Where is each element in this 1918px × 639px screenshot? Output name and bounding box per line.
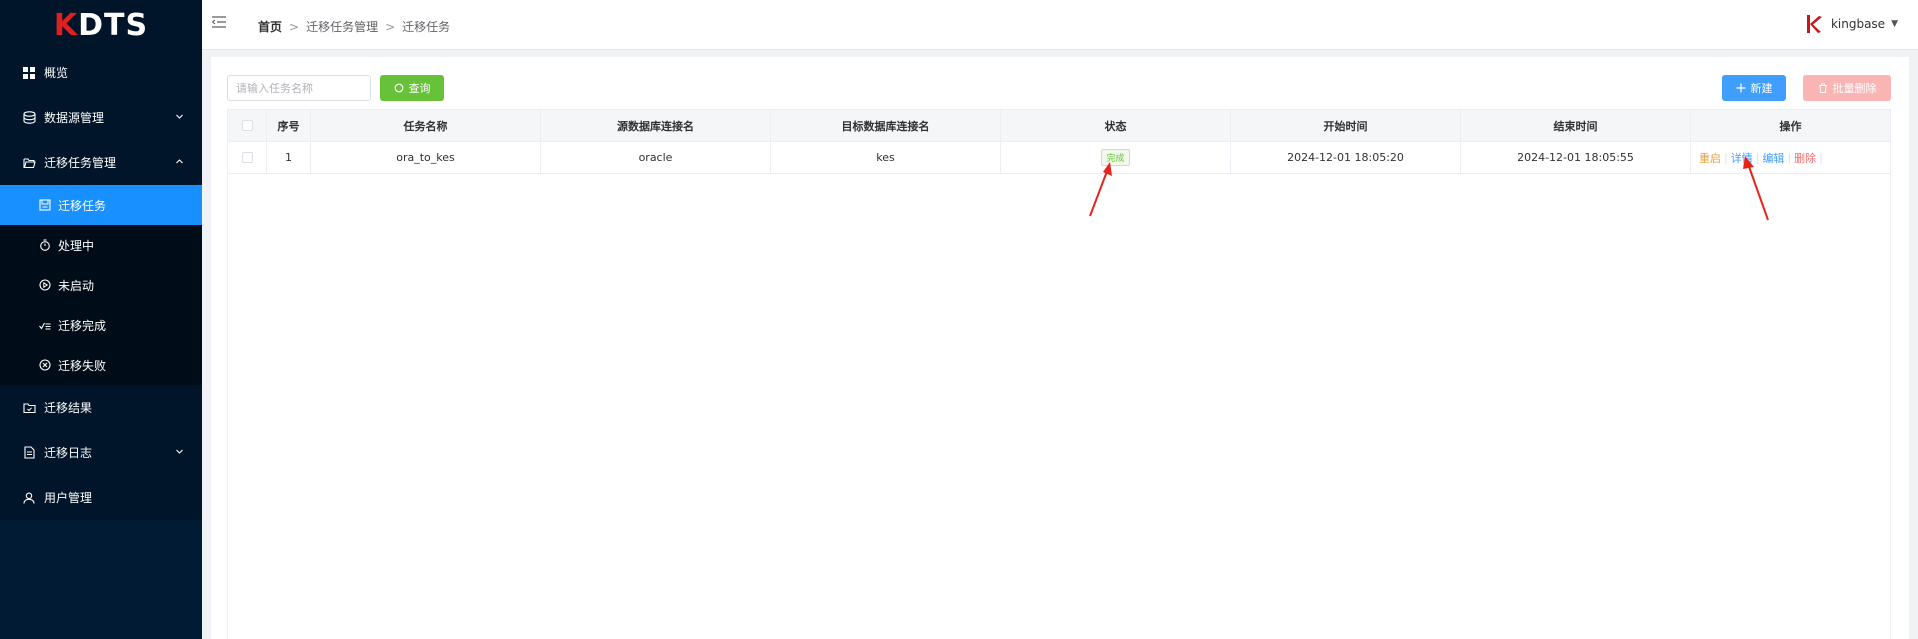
header-status: 状态	[1001, 110, 1231, 141]
breadcrumb-current: 迁移任务	[402, 20, 451, 34]
action-divider: |	[1724, 151, 1728, 164]
sidebar-subitem-label: 迁移任务	[58, 198, 107, 213]
sidebar-item-label: 数据源管理	[44, 111, 105, 125]
breadcrumb-home[interactable]: 首页	[258, 18, 282, 35]
logo-text: KDTS	[53, 7, 149, 43]
play-circle-icon	[38, 278, 52, 292]
chevron-up-icon	[175, 155, 184, 169]
sidebar-subitem-label: 处理中	[58, 238, 95, 253]
close-circle-icon	[38, 358, 52, 372]
select-all-checkbox[interactable]	[241, 120, 253, 131]
sidebar-subitem-processing[interactable]: 处理中	[0, 225, 202, 265]
row-select-cell	[228, 142, 267, 173]
plus-icon	[1736, 83, 1746, 93]
list-check-icon	[38, 318, 52, 332]
sidebar-item-migration-result[interactable]: 迁移结果	[0, 385, 202, 430]
header-index: 序号	[267, 110, 311, 141]
sidebar-item-label: 用户管理	[44, 491, 93, 505]
caret-down-icon: ▼	[1891, 19, 1898, 29]
query-button-label: 查询	[408, 82, 431, 95]
main-content: 查询 新建 批量删除 序号 任务名称 源数据库连接名 目标数据库连接名 状态 开…	[211, 57, 1909, 639]
row-end-time: 2024-12-01 18:05:55	[1461, 142, 1691, 173]
grid-icon	[22, 66, 36, 80]
refresh-icon	[394, 83, 404, 93]
status-badge: 完成	[1101, 149, 1130, 166]
sidebar-item-label: 概览	[44, 66, 69, 80]
row-source-conn: oracle	[541, 142, 771, 173]
new-task-button[interactable]: 新建	[1722, 75, 1786, 101]
action-divider: |	[1755, 151, 1760, 164]
sidebar-menu-lower: 迁移结果 迁移日志 用户管理	[0, 385, 202, 520]
row-index: 1	[267, 142, 311, 173]
sidebar-subitem-failed[interactable]: 迁移失败	[0, 345, 202, 385]
sidebar-item-overview[interactable]: 概览	[0, 50, 202, 95]
save-icon	[38, 198, 52, 212]
trash-icon	[1818, 83, 1828, 93]
sidebar-subitem-completed[interactable]: 迁移完成	[0, 305, 202, 345]
header-source-conn: 源数据库连接名	[541, 110, 771, 141]
sidebar-subitem-label: 迁移失败	[58, 358, 107, 373]
folder-check-icon	[22, 401, 36, 415]
row-task-name: ora_to_kes	[311, 142, 541, 173]
action-divider: |	[1787, 151, 1792, 164]
sidebar: KDTS 概览 数据源管理 迁移任务管理 迁移任务 处理中 未启动 迁移完成 迁…	[0, 0, 202, 639]
sidebar-item-label: 迁移任务管理	[44, 156, 117, 170]
database-icon	[22, 111, 36, 125]
menu-fold-icon[interactable]	[211, 16, 226, 31]
sidebar-item-datasource[interactable]: 数据源管理	[0, 95, 202, 140]
restart-link[interactable]: 重启	[1699, 150, 1721, 166]
chevron-down-icon	[175, 445, 184, 459]
sidebar-subitem-label: 未启动	[58, 278, 95, 293]
header-actions: 操作	[1779, 119, 1802, 133]
chevron-down-icon	[175, 110, 184, 124]
sidebar-subitem-not-started[interactable]: 未启动	[0, 265, 202, 305]
header-target-conn: 目标数据库连接名	[771, 110, 1001, 141]
table-header-row: 序号 任务名称 源数据库连接名 目标数据库连接名 状态 开始时间 结束时间 操作	[228, 110, 1890, 142]
row-checkbox[interactable]	[241, 152, 253, 163]
sidebar-item-user-mgmt[interactable]: 用户管理	[0, 475, 202, 520]
kingbase-logo-icon	[1803, 14, 1823, 34]
row-start-time: 2024-12-01 18:05:20	[1231, 142, 1461, 173]
edit-link[interactable]: 编辑	[1762, 150, 1784, 166]
user-menu[interactable]: kingbase ▼	[1803, 14, 1898, 34]
delete-link[interactable]: 删除	[1794, 150, 1816, 166]
sidebar-item-migration-log[interactable]: 迁移日志	[0, 430, 202, 475]
task-name-search-input[interactable]	[227, 75, 371, 101]
sidebar-item-label: 迁移结果	[44, 401, 93, 415]
app-logo: KDTS	[0, 0, 202, 50]
breadcrumb-separator-icon: >	[385, 19, 396, 34]
sidebar-subitem-migration-task[interactable]: 迁移任务	[0, 185, 202, 225]
header-task-name: 任务名称	[311, 110, 541, 141]
query-button[interactable]: 查询	[380, 75, 444, 101]
sidebar-menu: 概览 数据源管理 迁移任务管理	[0, 50, 202, 185]
select-all-cell	[228, 110, 267, 141]
batch-delete-button[interactable]: 批量删除	[1803, 75, 1891, 101]
folder-open-icon	[22, 156, 36, 170]
sidebar-item-migration-task-mgmt[interactable]: 迁移任务管理	[0, 140, 202, 185]
document-icon	[22, 446, 36, 460]
header-end-time: 结束时间	[1461, 110, 1691, 141]
breadcrumb: 首页 > 迁移任务管理 > 迁移任务	[258, 18, 450, 35]
stopwatch-icon	[38, 238, 52, 252]
new-button-label: 新建	[1750, 82, 1773, 95]
username: kingbase	[1830, 17, 1886, 31]
row-status-cell: 完成	[1001, 142, 1231, 173]
top-header: 首页 > 迁移任务管理 > 迁移任务 kingbase ▼	[202, 0, 1918, 50]
action-divider: |	[1819, 151, 1823, 164]
detail-link[interactable]: 详情	[1731, 150, 1753, 166]
breadcrumb-separator-icon: >	[289, 19, 300, 34]
user-icon	[22, 491, 36, 505]
sidebar-submenu: 迁移任务 处理中 未启动 迁移完成 迁移失败	[0, 185, 202, 385]
breadcrumb-task-mgmt[interactable]: 迁移任务管理	[306, 18, 378, 35]
sidebar-subitem-label: 迁移完成	[58, 318, 107, 333]
sidebar-item-label: 迁移日志	[44, 446, 93, 460]
row-actions: 重启 | 详情 | 编辑 | 删除 |	[1691, 142, 1890, 173]
batch-delete-label: 批量删除	[1832, 82, 1877, 95]
row-target-conn: kes	[771, 142, 1001, 173]
table-row: 1 ora_to_kes oracle kes 完成 2024-12-01 18…	[228, 142, 1890, 174]
header-start-time: 开始时间	[1231, 110, 1461, 141]
task-table: 序号 任务名称 源数据库连接名 目标数据库连接名 状态 开始时间 结束时间 操作…	[227, 109, 1891, 639]
